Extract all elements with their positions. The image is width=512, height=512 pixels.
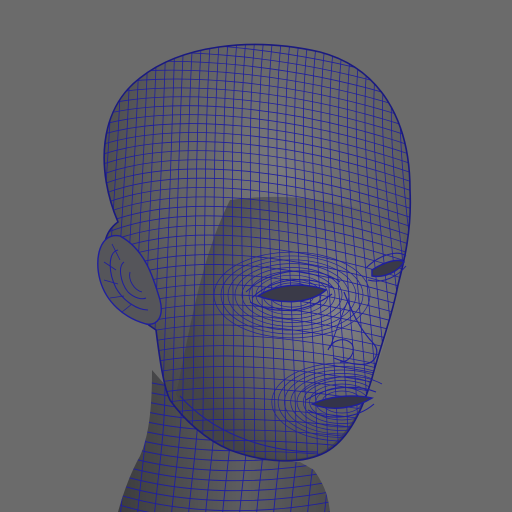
head-mesh-render[interactable] xyxy=(0,0,512,512)
3d-viewport[interactable] xyxy=(0,0,512,512)
wireframe-edge xyxy=(54,30,86,480)
wireframe-edge xyxy=(418,30,456,480)
wireframe-edge xyxy=(408,44,411,461)
wireframe-edge xyxy=(44,30,77,480)
wireframe-edge xyxy=(426,30,465,480)
wireframe-edge xyxy=(65,30,95,480)
